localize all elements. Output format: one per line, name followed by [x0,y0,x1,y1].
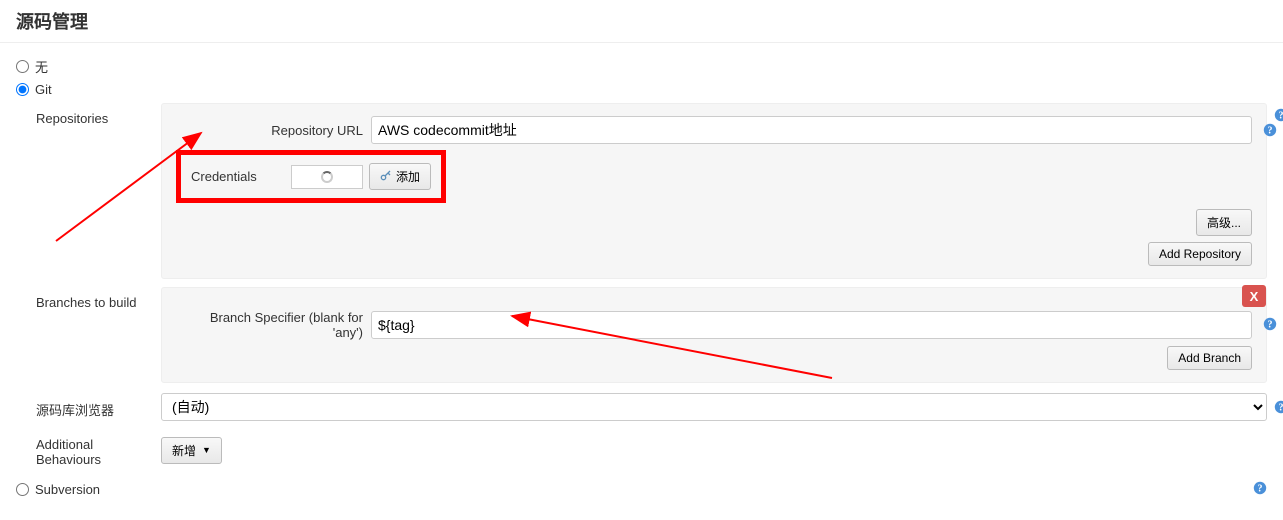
radio-git[interactable] [16,83,29,96]
credentials-label: Credentials [191,169,291,184]
key-icon [380,169,392,184]
radio-none-label: 无 [35,57,48,76]
svg-text:?: ? [1279,403,1283,414]
help-icon[interactable]: ? [1262,316,1278,332]
repo-browser-label: 源码库浏览器 [16,396,161,419]
add-repository-button[interactable]: Add Repository [1148,242,1252,266]
repositories-label: Repositories [16,103,161,126]
radio-none[interactable] [16,60,29,73]
repo-url-label: Repository URL [176,123,371,138]
delete-branch-button[interactable]: X [1242,285,1266,307]
branch-specifier-label: Branch Specifier (blank for 'any') [176,310,371,340]
add-behaviour-label: 新增 [172,442,196,459]
credentials-select[interactable] [291,165,363,189]
svg-text:?: ? [1268,320,1273,331]
credentials-highlight-box: Credentials 添加 [176,150,446,203]
branch-specifier-input[interactable] [371,311,1252,339]
help-icon[interactable]: ? [1262,122,1278,138]
help-icon[interactable]: ? [1273,399,1283,415]
branches-label: Branches to build [16,287,161,310]
scm-option-subversion[interactable]: Subversion ? [16,481,1267,498]
radio-subversion[interactable] [16,483,29,496]
svg-text:?: ? [1258,484,1263,495]
add-branch-button[interactable]: Add Branch [1167,346,1252,370]
radio-subversion-label: Subversion [35,482,100,497]
chevron-down-icon: ▼ [202,445,211,455]
svg-text:?: ? [1268,126,1273,137]
add-credentials-label: 添加 [396,168,420,185]
advanced-button[interactable]: 高级... [1196,209,1252,236]
scm-option-none[interactable]: 无 [16,57,1267,76]
additional-behaviours-label: Additional Behaviours [16,433,161,467]
scm-option-git[interactable]: Git [16,82,1267,97]
repo-browser-select[interactable]: (自动) [161,393,1267,421]
add-credentials-button[interactable]: 添加 [369,163,431,190]
radio-git-label: Git [35,82,52,97]
help-icon[interactable]: ? [1253,481,1267,498]
section-title: 源码管理 [0,0,1283,43]
help-icon[interactable]: ? [1273,107,1283,123]
repo-url-input[interactable] [371,116,1252,144]
svg-text:?: ? [1279,111,1283,122]
add-behaviour-button[interactable]: 新增 ▼ [161,437,222,464]
loading-spinner-icon [321,171,333,183]
